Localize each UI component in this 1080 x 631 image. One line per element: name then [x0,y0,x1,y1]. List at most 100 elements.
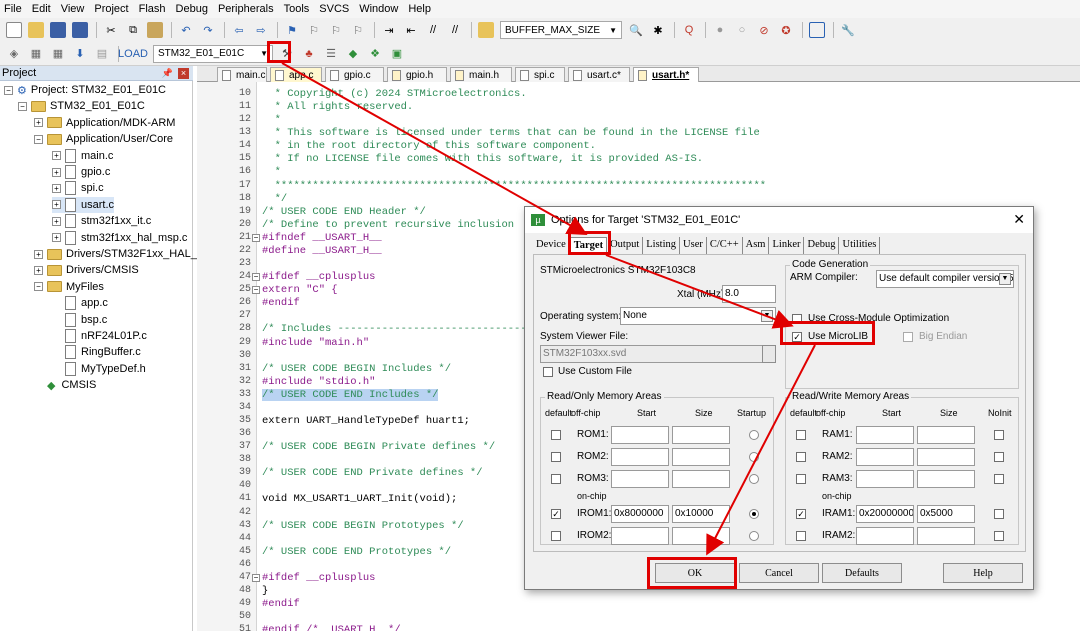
editor-tab[interactable]: spi.c [515,67,565,82]
close-icon[interactable]: ✕ [1013,211,1025,228]
memory-size-input[interactable] [917,426,975,444]
menu-edit[interactable]: Edit [32,3,51,15]
cross-module-checkbox[interactable] [792,314,802,324]
settings-icon[interactable]: ✪ [778,22,794,38]
menu-tools[interactable]: Tools [284,3,310,15]
memory-noinit-checkbox[interactable] [994,531,1004,541]
memory-start-input[interactable] [611,470,669,488]
memory-default-checkbox[interactable] [796,531,806,541]
rebuild-icon[interactable]: ▦ [50,46,66,62]
editor-tab[interactable]: usart.h* [633,67,699,82]
expand-icon[interactable]: + [52,216,61,226]
tree-item[interactable]: ◆ CMSIS [34,377,96,393]
editor-tab[interactable]: app.c [270,67,322,82]
back-icon[interactable]: ⇦ [231,22,247,38]
fold-icon[interactable]: − [252,573,260,582]
editor-tab[interactable]: main.h [450,67,512,82]
expand-icon[interactable]: + [34,265,43,275]
expand-icon[interactable]: + [52,233,61,243]
ok-button[interactable]: OK [655,563,735,583]
bookmark-prev-icon[interactable]: ⚐ [306,22,322,38]
tree-item[interactable]: − ⚙ Project: STM32_E01_E01C [4,82,166,98]
memory-size-input[interactable] [917,527,975,545]
memory-start-input[interactable] [856,470,914,488]
memory-size-input[interactable] [917,470,975,488]
tree-item[interactable]: + stm32f1xx_hal_msp.c [52,230,187,246]
forward-icon[interactable]: ⇨ [253,22,269,38]
incremental-find-icon[interactable]: ✱ [650,22,666,38]
memory-size-input[interactable] [672,426,730,444]
tree-item[interactable]: RingBuffer.c [52,344,141,360]
use-custom-file-checkbox[interactable] [543,367,553,377]
memory-size-input[interactable] [672,470,730,488]
chevron-down-icon[interactable]: ▼ [761,310,773,322]
find-in-files-icon[interactable] [478,22,494,38]
editor-tab[interactable]: main.c [217,67,267,82]
memory-default-checkbox[interactable] [796,430,806,440]
memory-noinit-checkbox[interactable] [994,509,1004,519]
fold-icon[interactable]: − [252,273,260,282]
tree-item[interactable]: bsp.c [52,312,107,328]
memory-start-input[interactable] [856,527,914,545]
expand-icon[interactable]: + [52,200,61,210]
menu-peripherals[interactable]: Peripherals [218,3,274,15]
tree-item[interactable]: app.c [52,295,108,311]
target-combo[interactable]: STM32_E01_E01C ▼ [153,44,273,63]
expand-icon[interactable]: + [52,183,61,193]
memory-default-checkbox[interactable] [551,452,561,462]
menu-project[interactable]: Project [94,3,128,15]
cancel-button[interactable]: Cancel [739,563,819,583]
memory-size-input[interactable]: 0x10000 [672,505,730,523]
bookmark-next-icon[interactable]: ⚐ [328,22,344,38]
dialog-tab-user[interactable]: User [680,237,707,255]
save-all-icon[interactable] [72,22,88,38]
bookmark-clear-icon[interactable]: ⚐ [350,22,366,38]
chevron-down-icon[interactable]: ▼ [999,273,1011,285]
bookmark-icon[interactable]: ⚑ [284,22,300,38]
translate-icon[interactable]: ◈ [6,46,22,62]
tree-item[interactable]: − MyFiles [34,279,104,295]
editor-tab[interactable]: gpio.c [325,67,384,82]
collapse-icon[interactable]: − [18,101,27,111]
memory-startup-radio[interactable] [749,531,759,541]
dialog-tab-linker[interactable]: Linker [769,237,805,255]
memory-noinit-checkbox[interactable] [994,430,1004,440]
outdent-icon[interactable]: ⇤ [403,22,419,38]
rte-icon[interactable]: ▣ [389,46,405,62]
memory-default-checkbox[interactable] [796,452,806,462]
memory-noinit-checkbox[interactable] [994,474,1004,484]
collapse-icon[interactable]: − [34,134,43,144]
dialog-tab-target[interactable]: Target [569,237,608,255]
stop-build-icon[interactable]: ▤ [94,46,110,62]
tree-item[interactable]: + gpio.c [52,164,110,180]
memory-startup-radio[interactable] [749,452,759,462]
tree-item[interactable]: + Application/MDK-ARM [34,115,175,131]
tree-item[interactable]: + Drivers/CMSIS [34,262,139,278]
dialog-tab-utilities[interactable]: Utilities [839,237,881,255]
memory-default-checkbox[interactable] [551,531,561,541]
redo-icon[interactable]: ↷ [200,22,216,38]
select-packs-icon[interactable]: ☰ [323,46,339,62]
editor-tab[interactable]: usart.c* [568,67,630,82]
arm-compiler-select[interactable]: Use default compiler version 5 ▼ [876,270,1014,288]
editor-tab[interactable]: gpio.h [387,67,447,82]
tree-item[interactable]: + Drivers/STM32F1xx_HAL_Driv [34,246,216,262]
memory-start-input[interactable]: 0x8000000 [611,505,669,523]
pin-icon[interactable]: 📌 [162,68,173,79]
wrench-icon[interactable]: 🔧 [840,22,856,38]
dialog-tab-output[interactable]: Output [607,237,644,255]
tree-item[interactable]: nRF24L01P.c [52,328,147,344]
tree-item[interactable]: + usart.c [52,196,115,213]
os-select[interactable]: None ▼ [620,307,776,325]
dialog-tab-cc[interactable]: C/C++ [707,237,743,255]
breakpoint-kill-icon[interactable]: ⊘ [756,22,772,38]
find-icon[interactable]: 🔍 [628,22,644,38]
menu-flash[interactable]: Flash [139,3,166,15]
cut-icon[interactable]: ✂ [103,22,119,38]
uncomment-icon[interactable]: // [447,22,463,38]
dialog-tab-listing[interactable]: Listing [643,237,681,255]
dialog-tab-debug[interactable]: Debug [804,237,840,255]
memory-startup-radio[interactable] [749,474,759,484]
comment-icon[interactable]: // [425,22,441,38]
copy-icon[interactable]: ⧉ [125,22,141,38]
